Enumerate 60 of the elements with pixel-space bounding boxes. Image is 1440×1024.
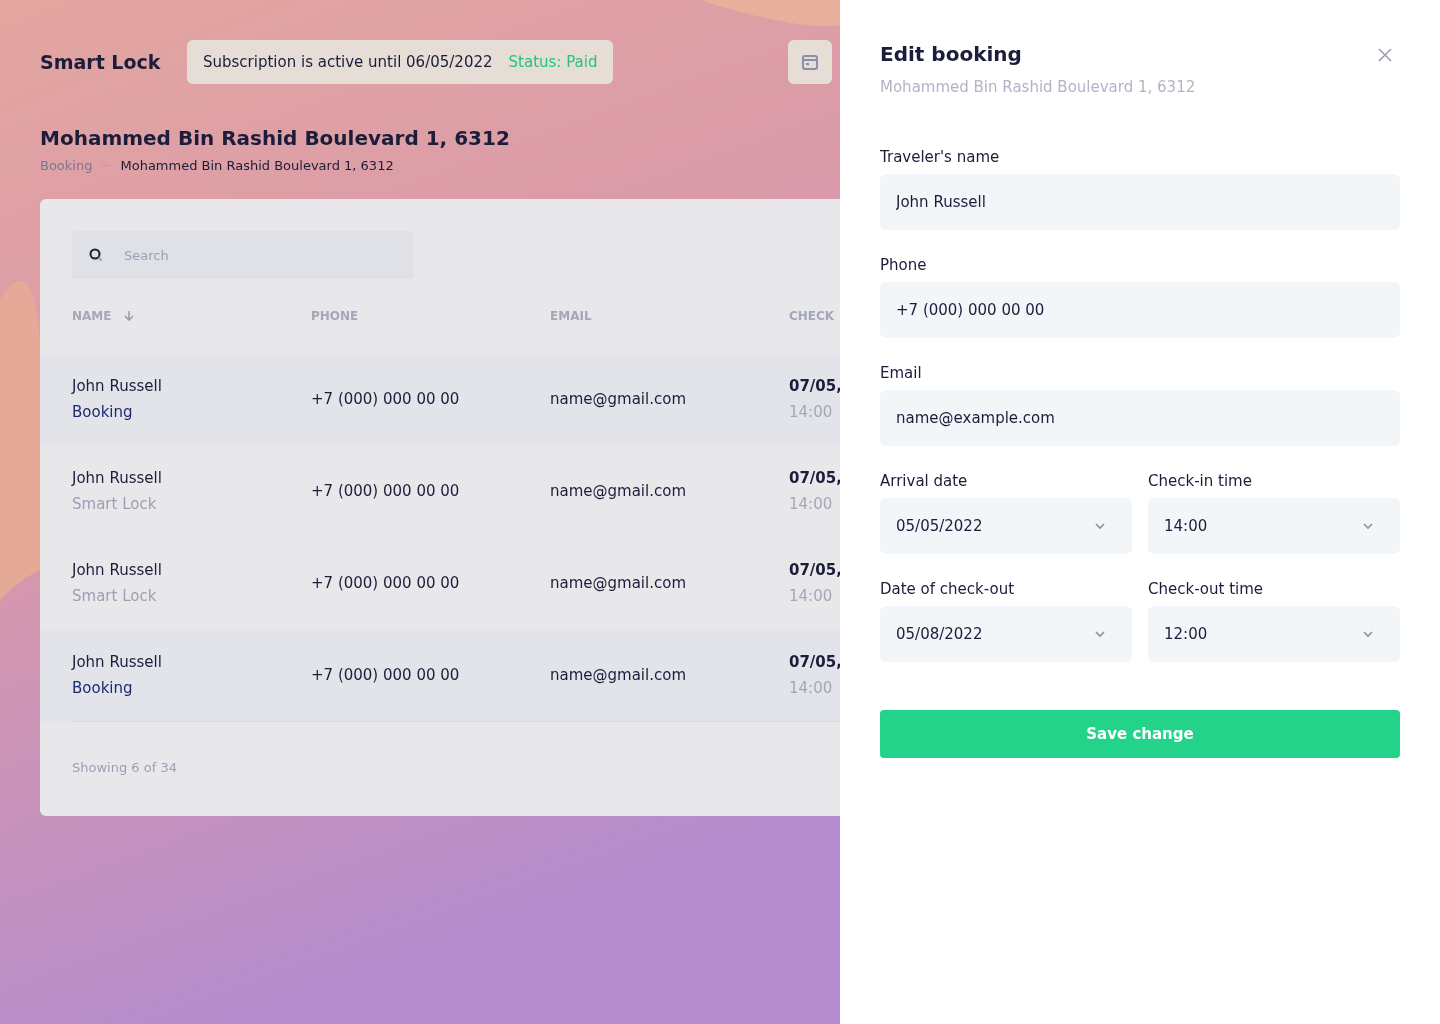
table-row[interactable]: John Russell Booking +7 (000) 000 00 00 name@gmail.com 07/05, 14:00: [40, 629, 840, 721]
guest-name: John Russell: [72, 377, 163, 395]
checkin-time: 14:00: [789, 495, 834, 513]
guest-name: John Russell: [72, 653, 163, 671]
chevron-down-icon: [1362, 630, 1374, 638]
panel-subtitle: Mohammed Bin Rashid Boulevard 1, 6312: [880, 78, 1196, 96]
phone-cell: +7 (000) 000 00 00: [311, 574, 460, 592]
booking-source: Booking: [72, 403, 134, 421]
dropdown-field[interactable]: 05/08/2022: [880, 606, 1132, 662]
field-label: Arrival date: [880, 472, 969, 490]
field-label: Check-in time: [1148, 472, 1253, 490]
booking-source: Booking: [72, 679, 134, 697]
booking-source: Smart Lock: [72, 587, 158, 605]
field-label: Traveler's name: [880, 148, 1001, 166]
calendar-icon: [801, 53, 820, 71]
guest-name: John Russell: [72, 469, 163, 487]
input-field[interactable]: name@example.com: [880, 390, 1400, 446]
field-label: Check-out time: [1148, 580, 1265, 598]
showing-count: Showing 6 of 34: [72, 760, 177, 775]
search-icon: [88, 247, 104, 263]
phone-cell: +7 (000) 000 00 00: [311, 390, 460, 408]
brand-name: Smart Lock: [40, 51, 162, 73]
email-cell: name@gmail.com: [550, 666, 686, 684]
checkin-time: 14:00: [789, 403, 834, 421]
panel-title: Edit booking: [880, 42, 1023, 66]
table-row[interactable]: John Russell Smart Lock +7 (000) 000 00 00 name@gmail.com 07/05, 14:00: [40, 537, 840, 629]
booking-source: Smart Lock: [72, 495, 158, 513]
checkin-time: 14:00: [789, 587, 834, 605]
checkin-date: 07/05,: [789, 377, 840, 395]
close-icon: [1378, 48, 1392, 62]
email-cell: name@gmail.com: [550, 574, 686, 592]
field-label: Date of check-out: [880, 580, 1016, 598]
field-label: Email: [880, 364, 923, 382]
status-text: Status: Paid: [508, 53, 598, 71]
chevron-down-icon: [1094, 522, 1106, 530]
chevron-down-icon: [1362, 522, 1374, 530]
chevron-down-icon: [1094, 630, 1106, 638]
checkin-time: 14:00: [789, 679, 834, 697]
table-row[interactable]: John Russell Booking +7 (000) 000 00 00 name@gmail.com 07/05, 14:00: [40, 353, 840, 445]
breadcrumb-item: Mohammed Bin Rashid Boulevard 1, 6312: [120, 158, 394, 173]
search-field[interactable]: Search: [72, 231, 414, 279]
email-cell: name@gmail.com: [550, 482, 686, 500]
checkin-date: 07/05,: [789, 469, 840, 487]
subscription-text: Subscription is active until 06/05/2022: [203, 53, 493, 71]
checkin-date: 07/05,: [789, 653, 840, 671]
email-cell: name@gmail.com: [550, 390, 686, 408]
page-title: Mohammed Bin Rashid Boulevard 1, 6312: [40, 126, 511, 150]
dropdown-field[interactable]: 14:00: [1148, 498, 1400, 554]
guest-name: John Russell: [72, 561, 163, 579]
phone-cell: +7 (000) 000 00 00: [311, 482, 460, 500]
dropdown-field[interactable]: 12:00: [1148, 606, 1400, 662]
checkin-date: 07/05,: [789, 561, 840, 579]
sort-arrow-icon: [123, 310, 136, 322]
dropdown-field[interactable]: 05/05/2022: [880, 498, 1132, 554]
input-field[interactable]: +7 (000) 000 00 00: [880, 282, 1400, 338]
table-row[interactable]: John Russell Smart Lock +7 (000) 000 00 00 name@gmail.com 07/05, 14:00: [40, 445, 840, 537]
input-field[interactable]: John Russell: [880, 174, 1400, 230]
field-label: Phone: [880, 256, 928, 274]
calendar-button[interactable]: [788, 40, 833, 84]
phone-cell: +7 (000) 000 00 00: [311, 666, 460, 684]
